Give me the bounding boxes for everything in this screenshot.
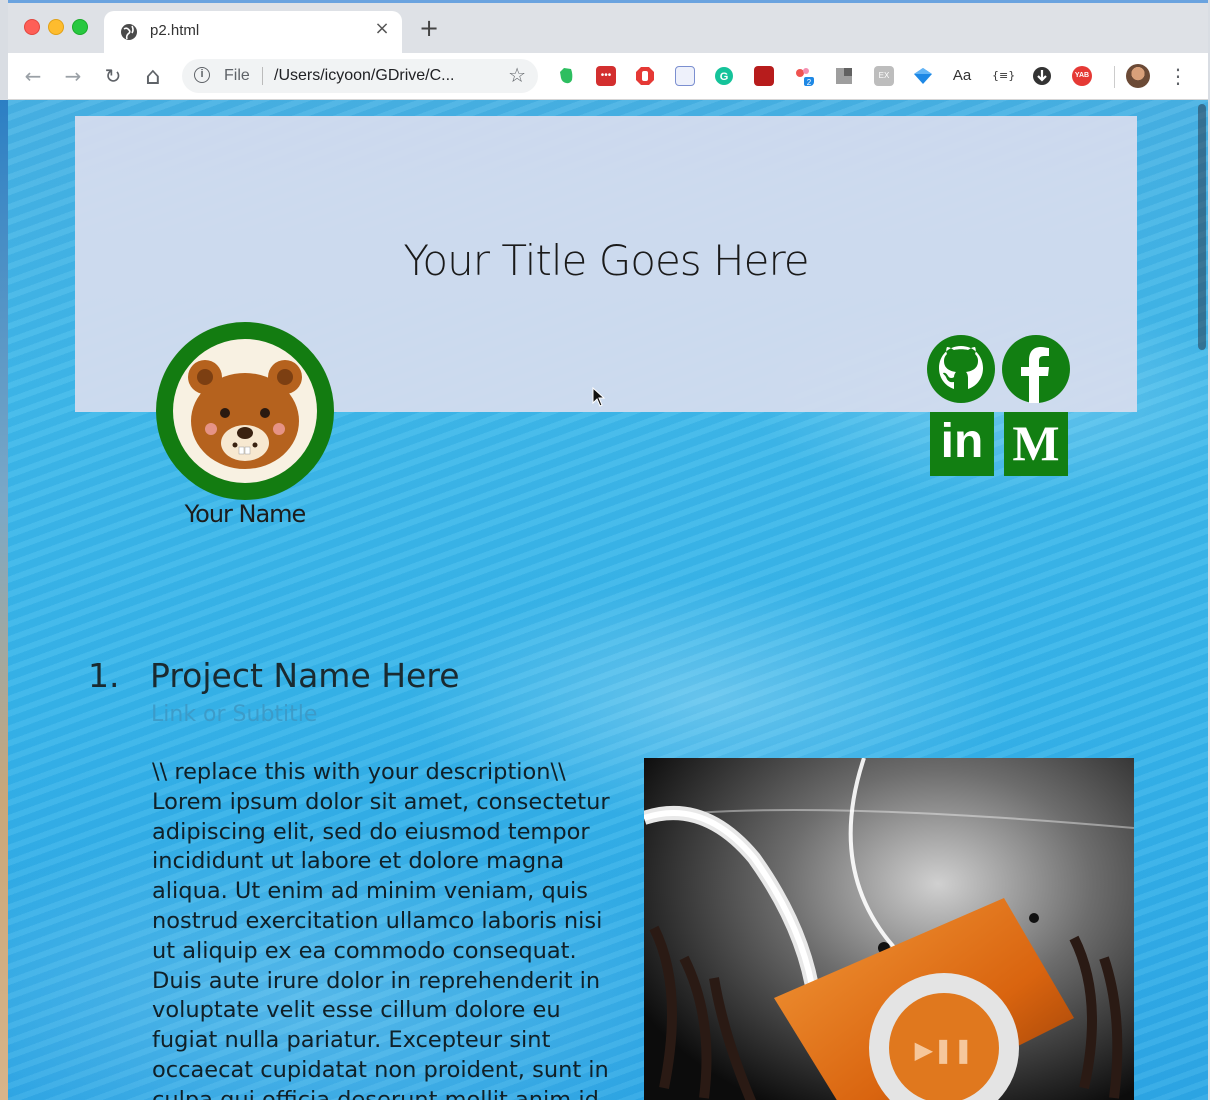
zoom-window-button[interactable]	[72, 19, 88, 35]
grammarly-icon[interactable]: G	[714, 66, 734, 86]
lastpass-label: •••	[600, 70, 612, 81]
adblock-icon[interactable]	[635, 66, 655, 86]
bear-icon	[188, 360, 302, 469]
extension-badge: 2	[807, 78, 812, 86]
lastpass-icon[interactable]: •••	[596, 66, 616, 86]
back-button[interactable]: ←	[20, 63, 46, 89]
puzzle-icon[interactable]	[834, 66, 854, 86]
project-title: Project Name Here	[150, 656, 460, 695]
info-icon[interactable]: i	[194, 67, 210, 83]
toolbar-separator	[1114, 66, 1115, 88]
globe-icon	[121, 24, 137, 40]
menu-icon[interactable]: ⋮	[1168, 64, 1188, 88]
project-description: \\ replace this with your description\\ …	[152, 759, 610, 1100]
avatar	[156, 322, 334, 500]
url-text[interactable]: /Users/icyoon/GDrive/C...	[274, 67, 454, 85]
docs-icon[interactable]	[675, 66, 695, 86]
minimize-window-button[interactable]	[48, 19, 64, 35]
profile-avatar[interactable]	[1126, 64, 1150, 88]
mouse-cursor-icon	[592, 387, 606, 407]
browser-window: p2.html × + ← → ↻ ⌂ i File /Users/icyoon…	[8, 0, 1208, 1100]
avatar-face	[173, 339, 317, 483]
font-icon[interactable]: Aa	[952, 66, 972, 86]
linkedin-label: in	[940, 415, 984, 468]
page-title: Your Title Goes Here	[403, 236, 809, 285]
close-window-button[interactable]	[24, 19, 40, 35]
json-icon[interactable]: {≡}	[992, 66, 1015, 86]
vertical-scrollbar[interactable]	[1198, 104, 1206, 350]
tools-icon[interactable]	[754, 66, 774, 86]
home-button[interactable]: ⌂	[140, 63, 166, 89]
tab-p2-html[interactable]: p2.html ×	[104, 11, 402, 53]
reload-button[interactable]: ↻	[100, 63, 126, 89]
medium-label: M	[1012, 415, 1060, 471]
project-image: ▶❚❚	[644, 758, 1134, 1100]
url-separator	[262, 67, 263, 85]
project-subtitle-link[interactable]: Link or Subtitle	[151, 702, 317, 727]
forward-button[interactable]: →	[60, 63, 86, 89]
ex-icon[interactable]: EX	[874, 66, 894, 86]
github-icon[interactable]	[926, 334, 996, 404]
evernote-icon[interactable]	[556, 66, 576, 86]
svg-text:▶❚❚: ▶❚❚	[915, 1036, 974, 1064]
page-viewport[interactable]: Your Title Goes Here Your Name in M 1. P…	[8, 100, 1208, 1100]
gem-icon[interactable]	[913, 66, 933, 86]
yab-label: YAB	[1074, 72, 1090, 79]
share-icon[interactable]: 2	[794, 66, 814, 86]
tab-strip: p2.html × +	[8, 3, 1208, 53]
ex-label: EX	[878, 71, 890, 80]
medium-icon[interactable]: M	[1004, 412, 1068, 476]
url-scheme: File	[224, 67, 250, 84]
desktop-edge	[0, 100, 8, 1100]
ipod-shuffle-illustration: ▶❚❚	[644, 758, 1134, 1100]
svg-text:G: G	[720, 71, 729, 83]
bookmark-star-icon[interactable]: ☆	[508, 63, 526, 87]
tab-close-icon[interactable]: ×	[372, 19, 392, 39]
address-bar[interactable]: i File /Users/icyoon/GDrive/C... ☆	[182, 59, 538, 93]
tab-title: p2.html	[150, 22, 200, 39]
toolbar: ← → ↻ ⌂ i File /Users/icyoon/GDrive/C...…	[8, 53, 1208, 100]
download-icon[interactable]	[1032, 66, 1052, 86]
facebook-icon[interactable]	[1001, 334, 1071, 404]
yab-icon[interactable]: YAB	[1072, 66, 1092, 86]
linkedin-icon[interactable]: in	[930, 412, 994, 476]
new-tab-button[interactable]: +	[418, 16, 440, 40]
project-number: 1.	[88, 656, 120, 695]
user-name: Your Name	[184, 500, 307, 528]
